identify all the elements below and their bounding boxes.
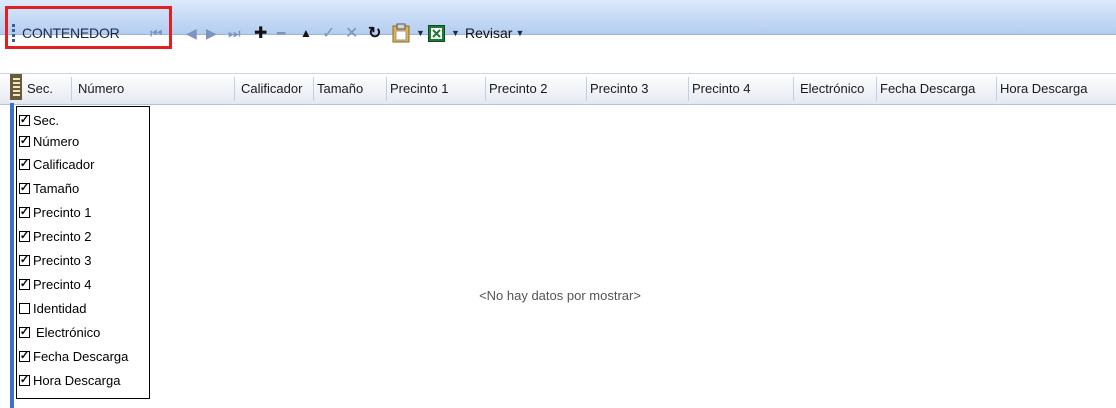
checkbox-icon[interactable]: ✓ <box>19 159 30 170</box>
title-highlight-box <box>5 6 172 49</box>
checkbox-icon[interactable] <box>19 303 30 314</box>
checkbox-icon[interactable]: ✓ <box>19 327 30 338</box>
revisar-label: Revisar <box>465 25 513 41</box>
column-chooser-popup: ✓ Sec. ✓ Número ✓ Calificador ✓ Tamaño ✓ Prec… <box>16 106 150 399</box>
checkbox-icon[interactable]: ✓ <box>19 183 30 194</box>
previous-record-icon[interactable]: ◀ <box>186 23 197 43</box>
column-header-fecha-descarga[interactable]: Fecha Descarga <box>877 77 997 101</box>
checkbox-icon[interactable]: ✓ <box>19 231 30 242</box>
next-record-icon[interactable]: ▶ <box>206 23 217 43</box>
column-chooser-icon[interactable] <box>10 74 22 100</box>
column-toggle-identidad[interactable]: Identidad <box>19 298 87 319</box>
checkbox-icon[interactable]: ✓ <box>19 375 30 386</box>
revisar-dropdown-arrow-icon: ▼ <box>515 28 525 38</box>
remove-icon[interactable]: ━ <box>277 23 285 43</box>
revisar-menu[interactable]: Revisar ▼ <box>465 23 524 43</box>
column-toggle-calificador[interactable]: ✓ Calificador <box>19 154 94 175</box>
column-header-numero[interactable]: Número <box>75 77 235 101</box>
column-toggle-numero[interactable]: ✓ Número <box>19 131 79 152</box>
column-toggle-precinto-2[interactable]: ✓ Precinto 2 <box>19 226 92 247</box>
column-toggle-hora-descarga[interactable]: ✓ Hora Descarga <box>19 370 120 391</box>
excel-icon[interactable] <box>426 23 446 43</box>
column-toggle-sec[interactable]: ✓ Sec. <box>19 110 59 131</box>
add-icon[interactable]: ✚ <box>254 23 267 43</box>
checkbox-icon[interactable]: ✓ <box>19 351 30 362</box>
excel-dropdown-arrow-icon[interactable]: ▼ <box>448 23 460 43</box>
move-up-icon[interactable]: ▲ <box>300 23 312 43</box>
checkbox-icon[interactable]: ✓ <box>19 115 30 126</box>
column-toggle-tamano[interactable]: ✓ Tamaño <box>19 178 79 199</box>
checkbox-icon[interactable]: ✓ <box>19 279 30 290</box>
checkbox-icon[interactable]: ✓ <box>19 255 30 266</box>
column-toggle-fecha-descarga[interactable]: ✓ Fecha Descarga <box>19 346 128 367</box>
column-header-precinto-4[interactable]: Precinto 4 <box>689 77 794 101</box>
cancel-icon[interactable]: ✕ <box>345 23 358 43</box>
column-toggle-precinto-1[interactable]: ✓ Precinto 1 <box>19 202 92 223</box>
column-header-sec[interactable]: Sec. <box>24 77 72 101</box>
grid-left-edge <box>10 103 14 408</box>
column-header-electronico[interactable]: Electrónico <box>797 77 877 101</box>
clipboard-icon[interactable] <box>391 23 411 43</box>
column-toggle-precinto-4[interactable]: ✓ Precinto 4 <box>19 274 92 295</box>
refresh-icon[interactable]: ↻ <box>368 23 381 43</box>
clipboard-dropdown-arrow-icon[interactable]: ▼ <box>413 23 425 43</box>
column-header-hora-descarga[interactable]: Hora Descarga <box>997 77 1116 101</box>
column-header-precinto-3[interactable]: Precinto 3 <box>587 77 689 101</box>
column-toggle-electronico[interactable]: ✓ Electrónico <box>19 322 100 343</box>
column-header-tamano[interactable]: Tamaño <box>314 77 387 101</box>
column-toggle-precinto-3[interactable]: ✓ Precinto 3 <box>19 250 92 271</box>
column-header-calificador[interactable]: Calificador <box>238 77 314 101</box>
column-header-precinto-2[interactable]: Precinto 2 <box>486 77 587 101</box>
confirm-icon[interactable]: ✓ <box>322 23 335 43</box>
checkbox-icon[interactable]: ✓ <box>19 136 30 147</box>
column-header-precinto-1[interactable]: Precinto 1 <box>387 77 486 101</box>
checkbox-icon[interactable]: ✓ <box>19 207 30 218</box>
last-record-icon[interactable]: ⏭ <box>228 23 241 43</box>
empty-grid-message: <No hay datos por mostrar> <box>479 288 641 303</box>
